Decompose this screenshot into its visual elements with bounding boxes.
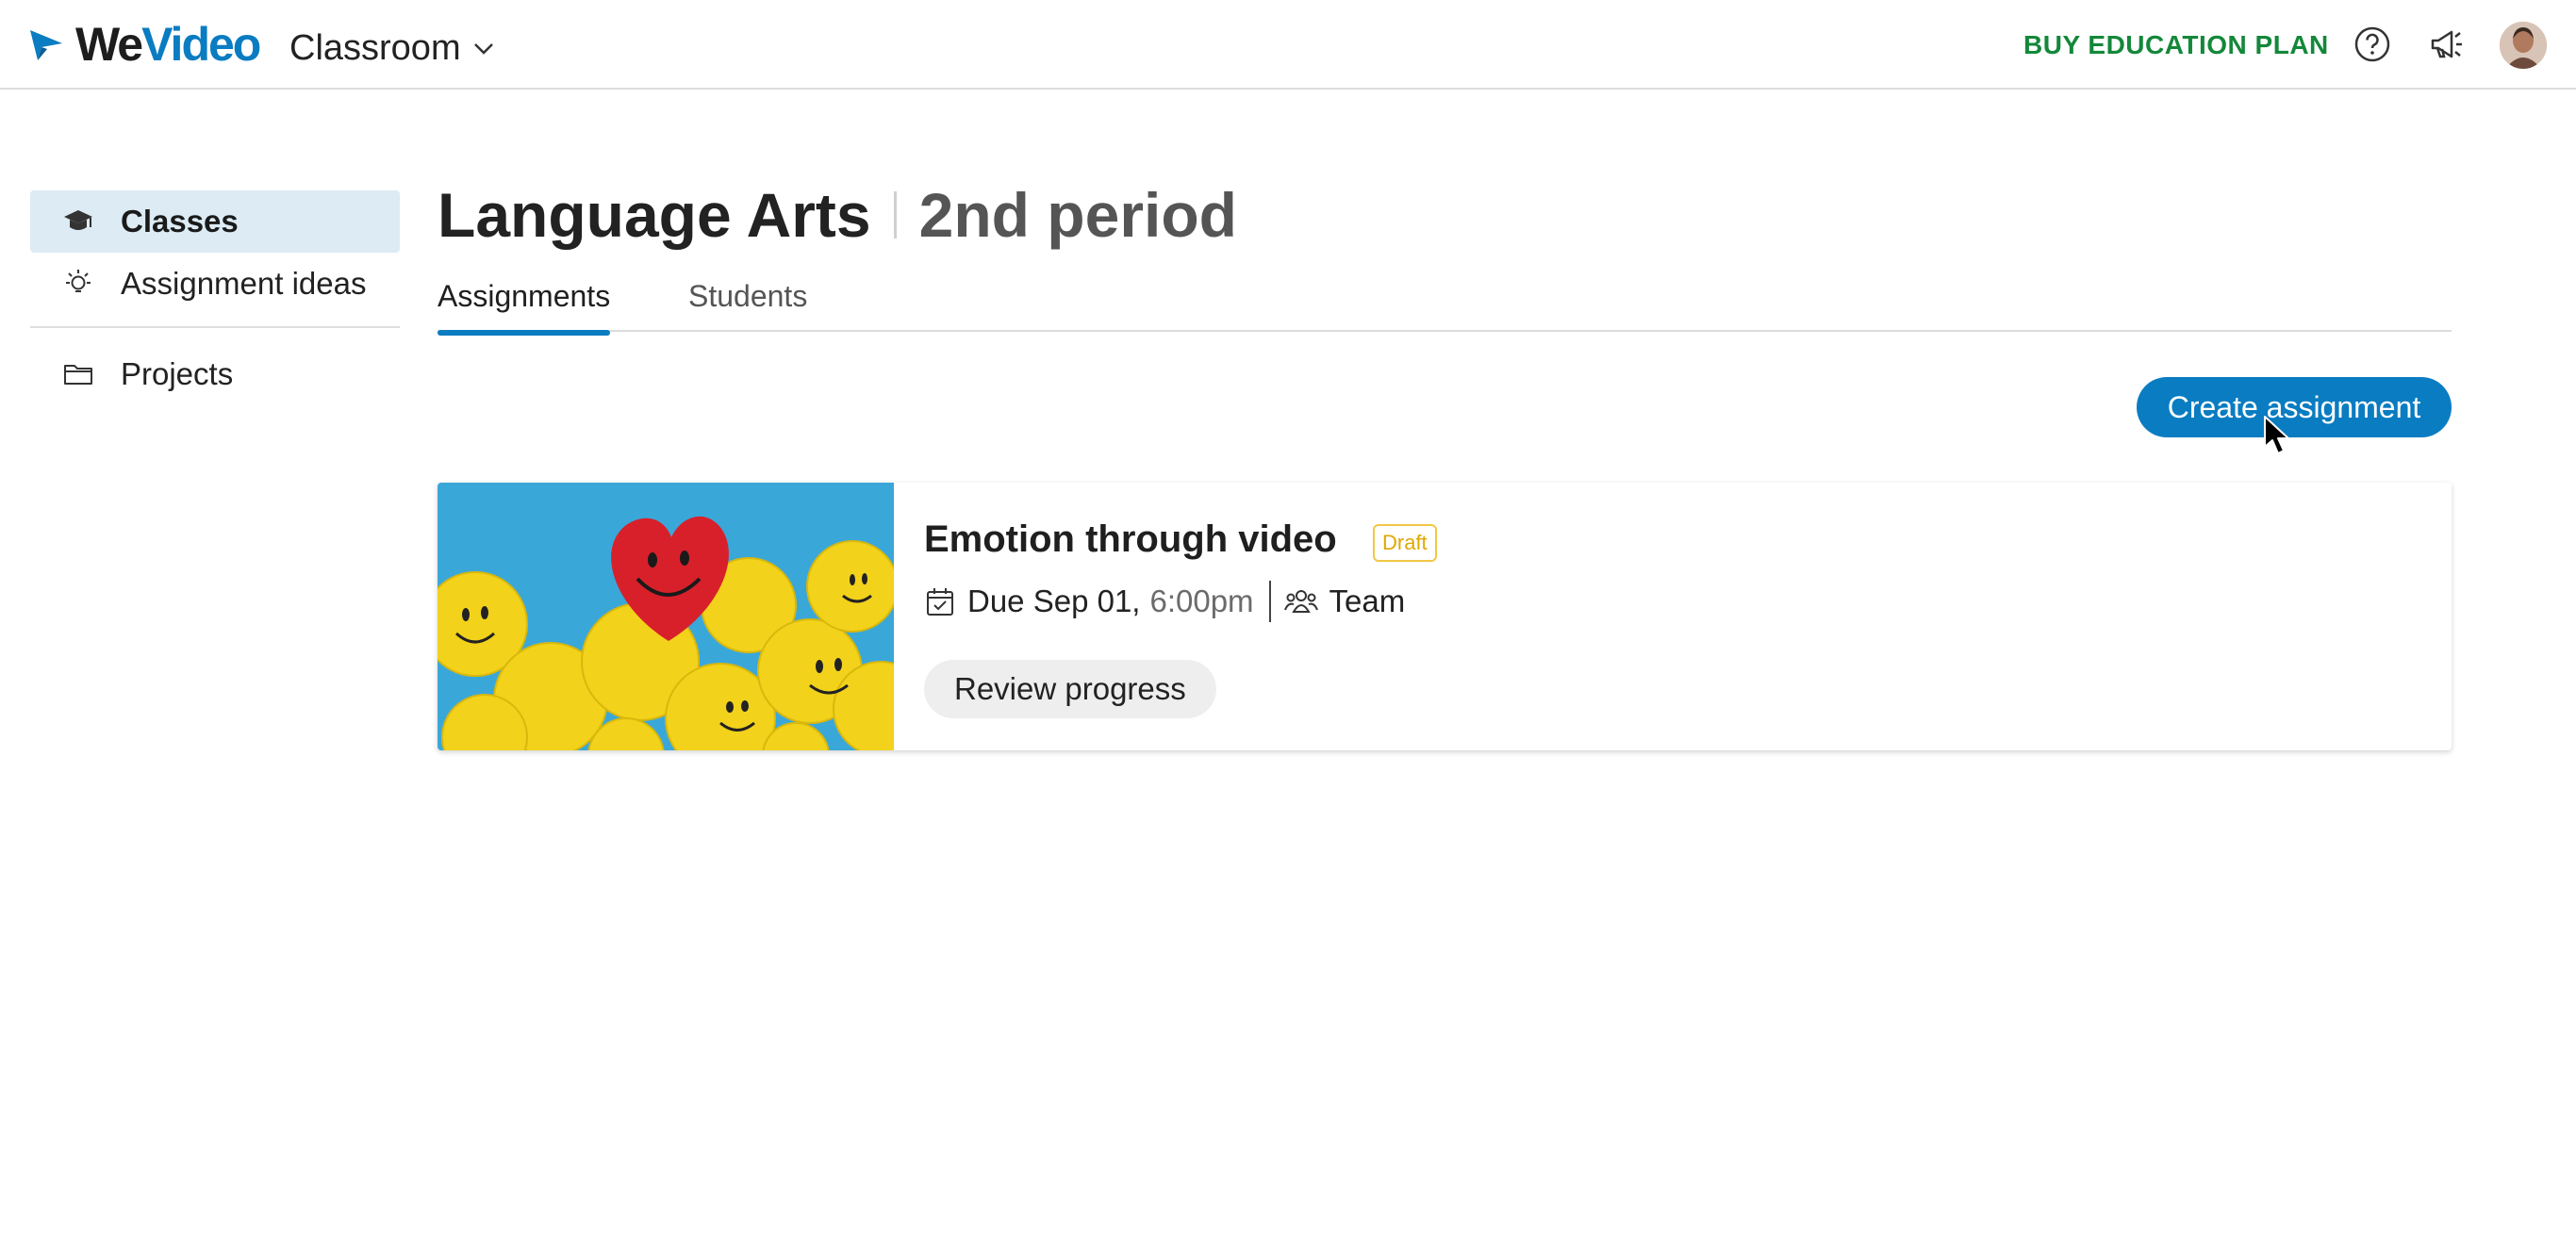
sidebar-item-label: Projects <box>121 356 234 391</box>
chevron-down-icon[interactable] <box>471 40 496 58</box>
sidebar-item-label: Assignment ideas <box>121 266 367 301</box>
user-avatar[interactable] <box>2500 22 2547 69</box>
meta-divider <box>1268 581 1271 622</box>
status-badge: Draft <box>1373 524 1437 562</box>
review-progress-button[interactable]: Review progress <box>924 660 1216 718</box>
wevideo-logo[interactable]: WeVideo <box>28 18 261 71</box>
logo-wordmark: WeVideo <box>75 18 261 71</box>
buy-education-plan-link[interactable]: BUY EDUCATION PLAN <box>2023 30 2329 60</box>
mouse-cursor-icon <box>2264 416 2289 454</box>
class-name: Language Arts <box>438 180 871 250</box>
due-time: 6:00pm <box>1149 584 1254 618</box>
page-title: Language Arts 2nd period <box>438 179 1237 251</box>
logo-arrow-icon <box>30 30 62 60</box>
tab-bar: Assignments Students <box>438 279 2452 336</box>
sidebar-item-assignment-ideas[interactable]: Assignment ideas <box>30 253 400 315</box>
create-assignment-button[interactable]: Create assignment <box>2137 377 2452 437</box>
tab-assignments[interactable]: Assignments <box>438 279 611 336</box>
sidebar-item-projects[interactable]: Projects <box>30 343 400 405</box>
sidebar-nav: Classes Assignment ideas Projects <box>30 190 400 405</box>
team-icon <box>1283 590 1318 613</box>
smiley-balls-image <box>438 483 894 750</box>
due-date: Due Sep 01, <box>967 584 1141 618</box>
calendar-icon <box>927 588 953 616</box>
help-icon[interactable] <box>2353 25 2392 64</box>
assignment-title[interactable]: Emotion through video <box>924 518 1337 561</box>
class-period: 2nd period <box>918 180 1237 250</box>
assignment-thumbnail <box>438 483 894 750</box>
folder-icon <box>64 365 92 385</box>
graduation-cap-icon <box>64 210 92 230</box>
sidebar-item-classes[interactable]: Classes <box>30 190 400 253</box>
announcement-icon[interactable] <box>2427 25 2467 64</box>
assignment-meta: Due Sep 01, 6:00pm Team <box>924 581 1405 622</box>
lightbulb-icon <box>66 270 91 292</box>
product-switcher-label[interactable]: Classroom <box>289 28 461 69</box>
avatar-image <box>2500 22 2547 69</box>
group-type: Team <box>1329 584 1406 618</box>
sidebar-item-label: Classes <box>121 204 239 238</box>
assignment-card[interactable]: Emotion through video Draft Due Sep 01, … <box>438 483 2452 750</box>
title-divider <box>893 191 897 238</box>
tab-students[interactable]: Students <box>688 279 807 330</box>
sidebar-divider <box>30 326 400 328</box>
top-bar: WeVideo Classroom BUY EDUCATION PLAN <box>0 0 2576 90</box>
